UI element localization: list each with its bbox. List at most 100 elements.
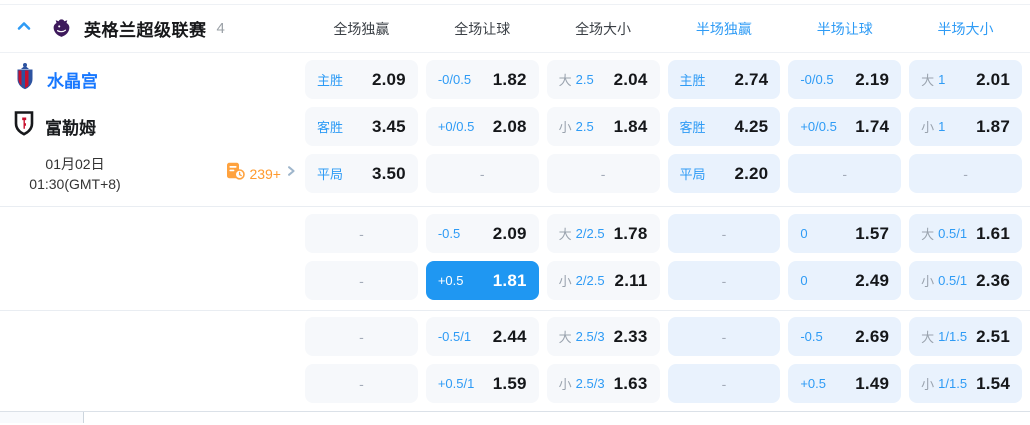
- odds-cell[interactable]: 大 2.5/3 2.33: [546, 317, 660, 356]
- odds-cell-selected[interactable]: +0.5 1.81: [425, 261, 539, 300]
- left-spacer: [0, 317, 305, 403]
- empty-dash: -: [479, 165, 485, 182]
- left-spacer: [0, 214, 305, 300]
- odds-cell[interactable]: 小 2/2.5 2.11: [546, 261, 660, 300]
- odds-cell[interactable]: 小 0.5/1 2.36: [909, 261, 1022, 300]
- odds-cell[interactable]: +0.5/1 1.59: [425, 364, 539, 403]
- col-header-ft-handicap[interactable]: 全场让球: [426, 19, 539, 39]
- odds-cell-label: 平局: [317, 167, 344, 182]
- odds-cell-label: +0/0.5: [800, 119, 837, 134]
- markets-count-label: 239+: [249, 165, 281, 182]
- odds-cell[interactable]: 主胜 2.74: [667, 60, 781, 99]
- match-meta-row: 01月02日 01:30(GMT+8) 239+: [0, 154, 305, 193]
- home-team-name: 水晶宫: [47, 72, 98, 91]
- market-column-headers: 全场独赢 全场让球 全场大小 半场独赢 半场让球 半场大小: [305, 19, 1030, 39]
- odds-cell[interactable]: 平局 2.20: [667, 154, 781, 193]
- league-odds-panel: 英格兰超级联赛 4 全场独赢 全场让球 全场大小 半场独赢 半场让球 半场大小: [0, 0, 1030, 425]
- odds-value: 1.61: [976, 223, 1010, 243]
- odds-cell-label: -0/0.5: [800, 72, 834, 87]
- odds-cell[interactable]: +0/0.5 1.74: [788, 107, 902, 146]
- odds-value: 2.19: [855, 69, 890, 89]
- odds-cell-label: 0: [800, 226, 808, 241]
- empty-dash: -: [359, 375, 364, 392]
- crystal-palace-crest: [13, 62, 37, 97]
- odds-cell[interactable]: 小 2.5/3 1.63: [546, 364, 660, 403]
- collapse-button[interactable]: [14, 19, 34, 39]
- odds-group-alt-2: - -0.5/1 2.44 大 2.5/3 2.33 - -0.5 2.69 大 1/1.5 2.51…: [0, 311, 1030, 411]
- more-markets-link[interactable]: 239+: [226, 162, 305, 185]
- odds-cell[interactable]: -0/0.5 1.82: [425, 60, 539, 99]
- odds-cell-label: 小 0.5/1: [921, 273, 968, 289]
- odds-value: 1.87: [976, 116, 1010, 136]
- odds-cell-empty: -: [667, 214, 781, 253]
- odds-cell-label: 小1: [921, 119, 946, 135]
- odds-cell-empty: -: [305, 261, 418, 300]
- col-header-ft-1x2[interactable]: 全场独赢: [305, 19, 418, 39]
- odds-cell[interactable]: 客胜 4.25: [667, 107, 781, 146]
- odds-cell-label: -0.5/1: [437, 329, 472, 344]
- odds-cell[interactable]: 大 2/2.5 1.78: [546, 214, 660, 253]
- odds-cell-label: 大 2.5: [558, 72, 594, 88]
- empty-dash: -: [359, 328, 364, 345]
- match-info-panel: 水晶宫 富勒姆 01月02日 01:30(GMT+8) 239+: [0, 60, 305, 193]
- odds-cell-label: -0/0.5: [437, 72, 472, 87]
- odds-cell-empty: -: [546, 154, 660, 193]
- col-header-ft-overunder[interactable]: 全场大小: [547, 19, 660, 39]
- col-header-ht-handicap[interactable]: 半场让球: [788, 19, 901, 39]
- odds-cell-label: 大 0.5/1: [921, 226, 968, 242]
- odds-cell[interactable]: 小 2.5 1.84: [546, 107, 660, 146]
- odds-cell-label: 客胜: [317, 120, 344, 135]
- odds-cell[interactable]: 平局 3.50: [305, 154, 418, 193]
- col-header-ht-1x2[interactable]: 半场独赢: [667, 19, 780, 39]
- next-row-partial: [0, 412, 1030, 423]
- odds-group-main: 水晶宫 富勒姆 01月02日 01:30(GMT+8) 239+ 主胜 2.09…: [0, 53, 1030, 206]
- odds-cell[interactable]: -0.5/1 2.44: [425, 317, 539, 356]
- odds-cell-empty: -: [305, 364, 418, 403]
- odds-cell[interactable]: +0/0.5 2.08: [425, 107, 539, 146]
- odds-cell[interactable]: -0.5 2.09: [425, 214, 539, 253]
- home-team-row[interactable]: 水晶宫: [0, 60, 305, 99]
- odds-value: 1.74: [855, 116, 890, 136]
- odds-cell[interactable]: 大 2.5 2.04: [546, 60, 660, 99]
- col-header-ht-overunder[interactable]: 半场大小: [909, 19, 1022, 39]
- odds-cell[interactable]: 小 1 1.87: [909, 107, 1022, 146]
- empty-dash: -: [600, 165, 606, 182]
- odds-cell-label: +0.5: [437, 273, 464, 288]
- odds-value: 1.49: [855, 373, 890, 393]
- odds-cell[interactable]: -0/0.5 2.19: [788, 60, 902, 99]
- odds-value: 1.59: [492, 373, 527, 393]
- odds-cell[interactable]: 0 2.49: [788, 261, 902, 300]
- odds-cell[interactable]: -0.5 2.69: [788, 317, 902, 356]
- odds-cell-empty: -: [305, 317, 418, 356]
- odds-value: 1.57: [855, 223, 890, 243]
- odds-value: 1.54: [976, 373, 1010, 393]
- odds-cell[interactable]: 0 1.57: [788, 214, 902, 253]
- odds-cell[interactable]: +0.5 1.49: [788, 364, 902, 403]
- odds-cell-label: -0.5: [437, 226, 461, 241]
- odds-value: 3.45: [371, 116, 406, 136]
- odds-cell[interactable]: 大 1/1.5 2.51: [909, 317, 1022, 356]
- odds-grid-alt-2: - -0.5/1 2.44 大 2.5/3 2.33 - -0.5 2.69 大 1/1.5 2.51…: [305, 317, 1030, 403]
- odds-cell-label: 大1: [921, 72, 946, 88]
- empty-dash: -: [359, 225, 364, 242]
- away-team-name: 富勒姆: [45, 119, 96, 138]
- odds-value: 3.50: [371, 163, 406, 183]
- league-header: 英格兰超级联赛 4 全场独赢 全场让球 全场大小 半场独赢 半场让球 半场大小: [0, 5, 1030, 53]
- empty-dash: -: [963, 165, 968, 182]
- odds-cell-label: 平局: [679, 167, 706, 182]
- odds-cell-empty: -: [788, 154, 902, 193]
- empty-dash: -: [721, 272, 727, 289]
- odds-cell[interactable]: 客胜 3.45: [305, 107, 418, 146]
- odds-value: 1.63: [613, 373, 648, 393]
- odds-cell[interactable]: 大 0.5/1 1.61: [909, 214, 1022, 253]
- empty-dash: -: [842, 165, 848, 182]
- odds-cell[interactable]: 小 1/1.5 1.54: [909, 364, 1022, 403]
- odds-value: 2.20: [734, 163, 769, 183]
- odds-cell[interactable]: 大 1 2.01: [909, 60, 1022, 99]
- premier-league-lion-logo: [51, 18, 72, 39]
- league-match-count: 4: [216, 20, 225, 37]
- empty-dash: -: [359, 272, 364, 289]
- away-team-row[interactable]: 富勒姆: [0, 107, 305, 146]
- odds-value: 2.04: [613, 69, 648, 89]
- odds-cell[interactable]: 主胜 2.09: [305, 60, 418, 99]
